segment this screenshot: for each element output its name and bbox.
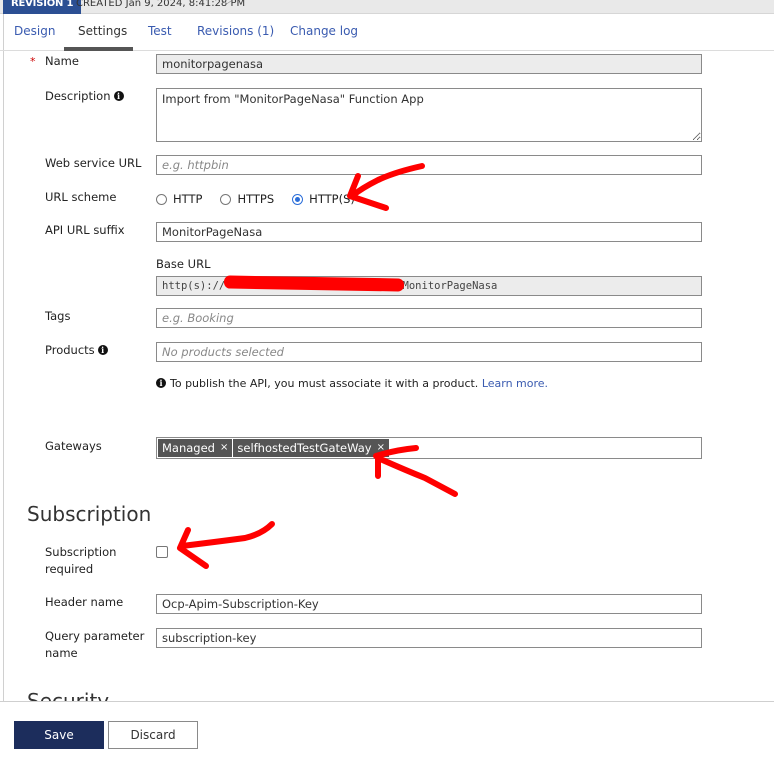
gateways-label: Gateways [45, 439, 102, 453]
radio-http[interactable]: HTTP [156, 192, 202, 206]
header-name-field[interactable] [156, 594, 702, 614]
gateway-chip-label: Managed [162, 441, 215, 455]
info-icon[interactable]: i [97, 345, 108, 355]
radio-circle-checked[interactable] [292, 193, 304, 205]
discard-button[interactable]: Discard [108, 721, 198, 749]
base-url-suffix: /MonitorPageNasa [396, 280, 498, 292]
remove-icon[interactable]: × [220, 439, 228, 457]
learn-more-link[interactable]: Learn more. [482, 377, 548, 390]
left-border [3, 0, 4, 758]
url-scheme-label: URL scheme [45, 190, 117, 204]
name-field[interactable] [156, 54, 702, 74]
products-field[interactable] [156, 342, 702, 362]
chevron-down-icon[interactable]: ﹀ [222, 0, 232, 12]
radio-http-s-label: HTTP(S) [309, 192, 355, 206]
description-label-text: Description [45, 89, 111, 103]
info-icon[interactable]: i [113, 91, 124, 101]
subscription-required-checkbox[interactable] [156, 546, 168, 558]
products-note: i To publish the API, you must associate … [156, 377, 548, 390]
web-service-url-field[interactable] [156, 155, 702, 175]
label-line: name [45, 646, 78, 660]
description-field[interactable]: Import from "MonitorPageNasa" Function A… [156, 88, 702, 142]
api-url-suffix-field[interactable] [156, 222, 702, 242]
revision-badge: REVISION 1 [3, 0, 82, 14]
tab-bar: Design Settings Test Revisions (1) Chang… [0, 15, 774, 51]
description-label: Description i [45, 88, 124, 105]
radio-http-s[interactable]: HTTP(S) [292, 192, 355, 206]
radio-https[interactable]: HTTPS [220, 192, 274, 206]
tags-field[interactable] [156, 308, 702, 328]
query-parameter-field[interactable] [156, 628, 702, 648]
save-button[interactable]: Save [14, 721, 104, 749]
revision-bar: REVISION 1 CREATED Jan 9, 2024, 8:41:28 … [0, 0, 774, 14]
remove-icon[interactable]: × [377, 439, 385, 457]
created-timestamp: CREATED Jan 9, 2024, 8:41:28 PM [76, 0, 246, 9]
gateways-field[interactable]: Managed × selfhostedTestGateWay × [156, 437, 702, 459]
required-asterisk: * [30, 55, 36, 68]
products-label: Products i [45, 342, 108, 359]
api-url-suffix-label: API URL suffix [45, 223, 125, 237]
label-line: required [45, 562, 94, 576]
info-icon: i [156, 378, 166, 388]
label-line: Subscription [45, 545, 117, 559]
radio-http-label: HTTP [173, 192, 203, 206]
products-label-text: Products [45, 343, 95, 357]
tab-revisions[interactable]: Revisions (1) [197, 24, 274, 38]
footer-bar: Save Discard [0, 701, 774, 758]
subscription-required-label: Subscription required [45, 544, 116, 578]
radio-circle[interactable] [156, 193, 167, 205]
gateway-chip: selfhostedTestGateWay × [233, 439, 390, 457]
base-url-prefix: http(s):// [162, 280, 226, 292]
web-service-url-label: Web service URL [45, 156, 142, 170]
gateway-chip: Managed × [158, 439, 234, 457]
query-parameter-label: Query parameter name [45, 628, 144, 662]
tags-label: Tags [45, 309, 71, 323]
tab-test[interactable]: Test [148, 24, 172, 38]
tab-design[interactable]: Design [14, 24, 55, 38]
radio-https-label: HTTPS [237, 192, 275, 206]
tab-change-log[interactable]: Change log [290, 24, 358, 38]
header-name-label: Header name [45, 595, 124, 609]
name-label: Name [45, 54, 79, 68]
gateway-chip-label: selfhostedTestGateWay [237, 441, 372, 455]
subscription-heading: Subscription [27, 502, 152, 526]
active-tab-indicator [64, 47, 133, 51]
base-url-label: Base URL [156, 257, 211, 271]
tab-settings[interactable]: Settings [78, 24, 127, 38]
url-scheme-radio-group: HTTP HTTPS HTTP(S) [156, 192, 373, 206]
radio-circle[interactable] [220, 193, 232, 205]
annotation-arrow-3 [177, 521, 275, 569]
label-line: Query parameter [45, 629, 145, 643]
products-note-text: To publish the API, you must associate i… [170, 377, 482, 390]
